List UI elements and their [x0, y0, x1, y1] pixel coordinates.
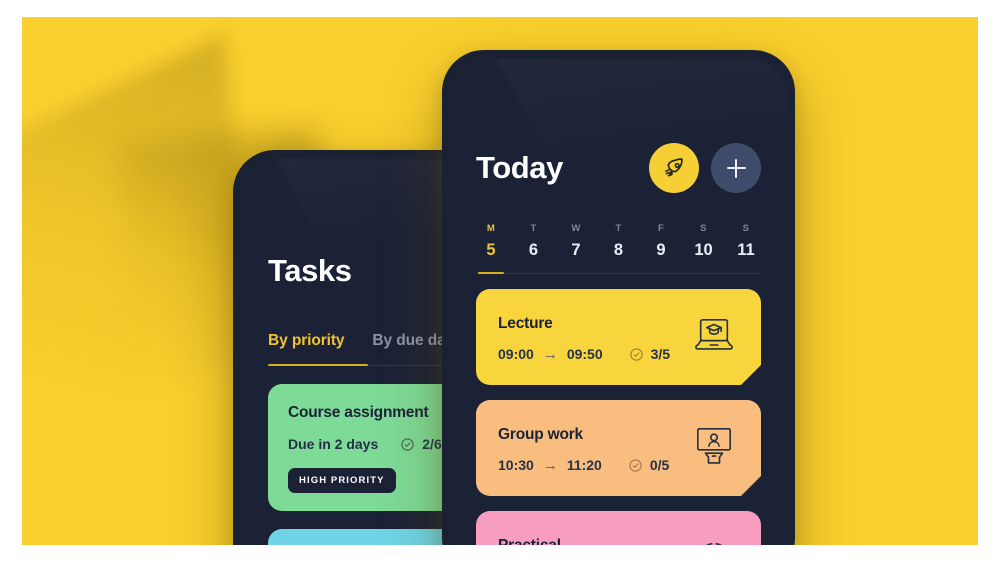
add-task-button[interactable] [711, 143, 761, 193]
day-number: 7 [571, 241, 581, 259]
event-card-lecture[interactable]: Lecture 09:00 → 09:50 3/5 [476, 289, 761, 385]
day-item-wed[interactable]: W 7 [561, 223, 591, 260]
day-active-indicator [478, 271, 504, 274]
task-due-text: Due in 2 days [288, 436, 379, 452]
event-time-range: 10:30 → 11:20 [498, 457, 602, 473]
event-progress-value: 3/5 [650, 346, 671, 362]
day-item-sun[interactable]: S 11 [731, 223, 761, 260]
day-number: 5 [486, 241, 496, 259]
day-number: 6 [528, 241, 539, 259]
day-number: 9 [656, 241, 666, 259]
day-number: 10 [694, 241, 713, 259]
day-label: T [615, 223, 622, 234]
check-circle-icon [628, 458, 643, 473]
day-label: S [742, 223, 750, 234]
tasks-tabs: By priority By due date [268, 332, 492, 366]
event-progress: 3/5 [629, 346, 670, 362]
event-card-group-work[interactable]: Group work 10:30 → 11:20 0/5 [476, 400, 761, 496]
event-end-time: 09:50 [566, 346, 603, 362]
event-progress: 0/5 [628, 457, 669, 473]
phone-today: Today M 5 T 6 W 7 T 8 F 9 S 10 S 11 Lect… [442, 50, 795, 545]
event-time-range: 09:00 → 09:50 [498, 346, 603, 362]
day-item-mon[interactable]: M 5 [476, 223, 506, 260]
task-progress: 2/6 [400, 436, 442, 452]
event-card-practical[interactable]: Practical 14:00 → 16:00 0/4 [476, 511, 761, 545]
event-start-time: 10:30 [498, 457, 534, 473]
today-header: Today [476, 143, 761, 193]
rocket-icon [664, 157, 683, 177]
task-card-my-essay[interactable]: Mu essau [268, 529, 466, 545]
presentation-person-icon [691, 426, 737, 466]
phone-today-screen: Today M 5 T 6 W 7 T 8 F 9 S 10 S 11 Lect… [451, 59, 786, 545]
day-selector-divider [476, 273, 761, 274]
tabs-active-indicator [268, 363, 368, 366]
plus-icon [726, 158, 746, 178]
day-item-thu[interactable]: T 8 [604, 223, 634, 260]
day-item-fri[interactable]: F 9 [646, 223, 676, 260]
phone-drop-shadow [22, 34, 259, 490]
day-label: T [530, 223, 537, 234]
check-circle-icon [629, 347, 644, 362]
page-title-today: Today [476, 150, 563, 185]
day-label: S [700, 223, 707, 234]
header-actions [649, 143, 761, 193]
poster-canvas: Tasks By priority By due date Course ass… [22, 17, 978, 545]
day-item-tue[interactable]: T 6 [519, 223, 549, 260]
day-item-sat[interactable]: S 10 [689, 223, 719, 260]
task-card-meta: Due in 2 days 2/6 [288, 436, 446, 452]
rocket-button[interactable] [649, 143, 699, 193]
day-label: W [571, 223, 581, 234]
task-progress-value: 2/6 [422, 436, 442, 452]
safety-goggles-icon [691, 537, 737, 545]
event-start-time: 09:00 [498, 346, 534, 362]
arrow-right-icon: → [542, 345, 558, 363]
task-card-course-assignment[interactable]: Course assignment Due in 2 days 2/6 HIGH… [268, 384, 466, 511]
day-number: 8 [613, 241, 624, 259]
day-label: F [657, 223, 665, 234]
page-title-tasks: Tasks [268, 253, 352, 288]
check-circle-icon [401, 437, 414, 451]
tab-by-priority[interactable]: By priority [268, 332, 345, 366]
laptop-graduation-icon [691, 315, 737, 355]
day-number: 11 [737, 241, 755, 259]
status-badge-high-priority: HIGH PRIORITY [288, 468, 396, 493]
event-end-time: 11:20 [566, 457, 602, 473]
day-label: M [486, 223, 496, 234]
event-progress-value: 0/5 [649, 457, 670, 473]
task-card-title: Course assignment [288, 404, 429, 421]
arrow-right-icon: → [542, 456, 558, 474]
day-selector: M 5 T 6 W 7 T 8 F 9 S 10 S 11 [476, 223, 761, 274]
